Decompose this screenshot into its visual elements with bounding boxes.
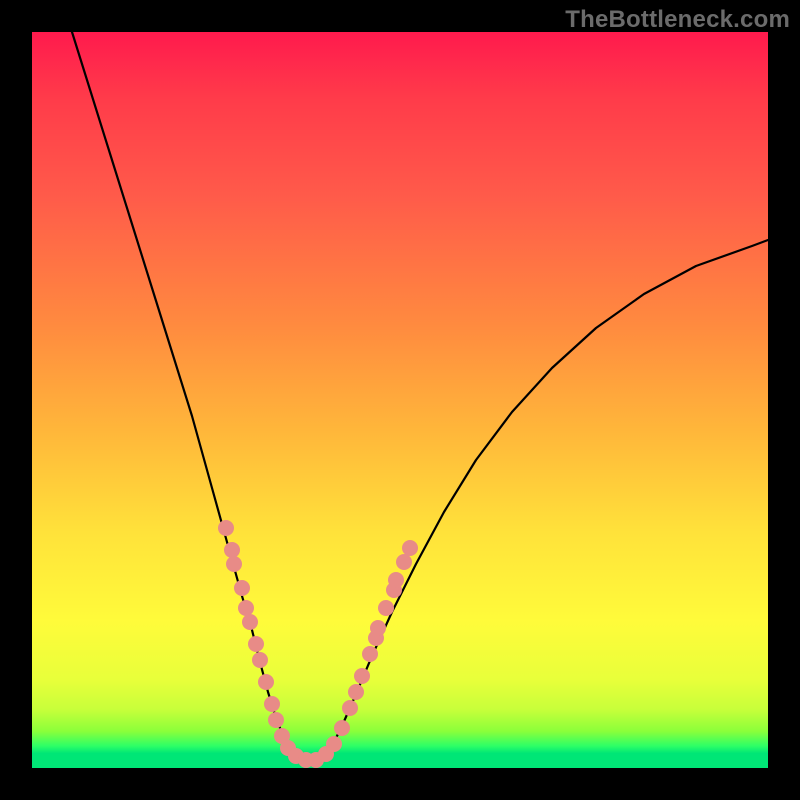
sample-dot [402,540,418,556]
sample-dot [348,684,364,700]
sample-dot [242,614,258,630]
sample-dot [252,652,268,668]
sample-dots [218,520,418,768]
sample-dot [326,736,342,752]
sample-dot [370,620,386,636]
curve-layer [32,32,768,768]
sample-dot [354,668,370,684]
outer-frame: TheBottleneck.com [0,0,800,800]
sample-dot [258,674,274,690]
sample-dot [238,600,254,616]
sample-dot [388,572,404,588]
sample-dot [264,696,280,712]
sample-dot [224,542,240,558]
sample-dot [234,580,250,596]
bottleneck-curve [72,32,768,762]
sample-dot [334,720,350,736]
watermark-text: TheBottleneck.com [565,6,790,34]
sample-dot [268,712,284,728]
sample-dot [248,636,264,652]
sample-dot [342,700,358,716]
sample-dot [378,600,394,616]
sample-dot [362,646,378,662]
sample-dot [218,520,234,536]
sample-dot [396,554,412,570]
plot-area [32,32,768,768]
sample-dot [226,556,242,572]
